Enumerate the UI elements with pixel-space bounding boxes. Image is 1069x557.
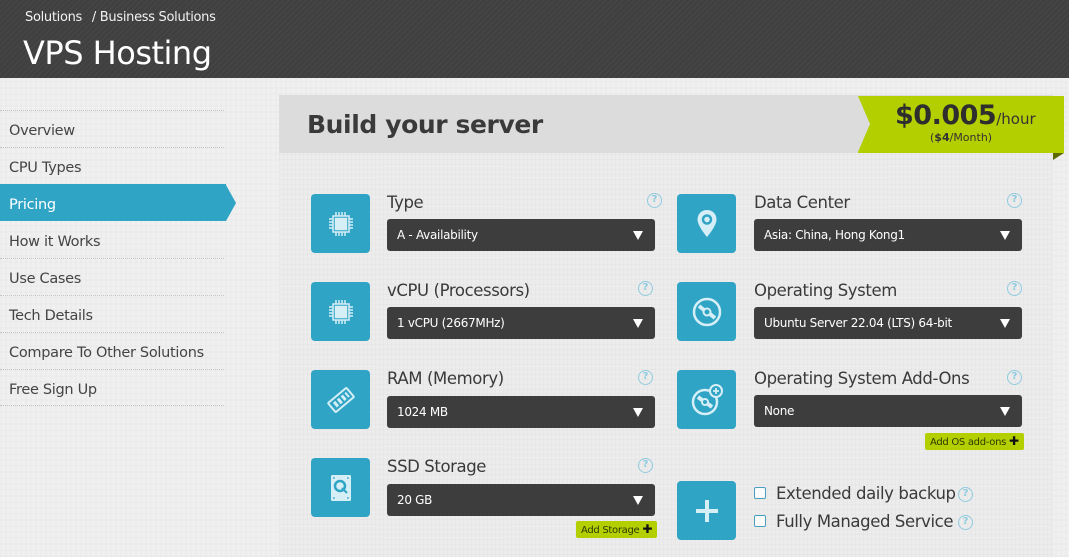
vcpu-label: vCPU (Processors)	[387, 281, 530, 300]
hard-drive-icon	[311, 458, 370, 517]
price-amount: $0.005	[895, 100, 997, 131]
extended-backup-option: Extended daily backup	[754, 484, 956, 503]
os-addons-select[interactable]: None	[754, 395, 1022, 427]
breadcrumb-business-solutions[interactable]: / Business Solutions	[92, 10, 216, 25]
extended-backup-checkbox[interactable]	[754, 486, 766, 499]
os-addons-label: Operating System Add-Ons	[754, 369, 970, 388]
chevron-down-icon	[633, 496, 643, 505]
datacenter-select-value: Asia: China, Hong Kong1	[764, 228, 905, 242]
add-storage-button[interactable]: Add Storage ✚	[576, 521, 658, 538]
os-select-value: Ubuntu Server 22.04 (LTS) 64-bit	[764, 316, 952, 330]
chevron-down-icon	[633, 408, 643, 417]
builder-title: Build your server	[307, 110, 543, 139]
sidebar-nav: Overview CPU Types Pricing How it Works …	[0, 110, 236, 406]
monthly-amount: $4	[934, 131, 950, 144]
type-label: Type	[387, 193, 424, 212]
ribbon-fold	[1053, 153, 1064, 160]
breadcrumb-solutions[interactable]: Solutions	[25, 10, 82, 25]
plus-icon: ✚	[642, 522, 653, 536]
vcpu-help-icon[interactable]: ?	[638, 281, 653, 296]
memory-stick-icon	[311, 370, 370, 429]
managed-service-help-icon[interactable]: ?	[958, 515, 973, 530]
managed-service-label[interactable]: Fully Managed Service	[776, 512, 953, 531]
extended-backup-help-icon[interactable]: ?	[958, 487, 973, 502]
sidebar-item-free-sign-up[interactable]: Free Sign Up	[0, 369, 224, 406]
managed-service-option: Fully Managed Service	[754, 512, 953, 531]
add-storage-label: Add Storage	[581, 525, 640, 536]
chevron-down-icon	[633, 231, 643, 240]
type-select[interactable]: A - Availability	[387, 219, 655, 251]
sidebar-item-tech-details[interactable]: Tech Details	[0, 295, 224, 332]
sidebar-item-pricing[interactable]: Pricing	[0, 184, 236, 221]
datacenter-select[interactable]: Asia: China, Hong Kong1	[754, 219, 1022, 251]
cpu-chip-icon	[311, 282, 370, 341]
ssd-label: SSD Storage	[387, 457, 487, 476]
sidebar-item-use-cases[interactable]: Use Cases	[0, 258, 224, 295]
monthly-suffix: /Month)	[949, 131, 993, 144]
page-header: Solutions / Business Solutions VPS Hosti…	[0, 0, 1069, 78]
os-label: Operating System	[754, 281, 897, 300]
sidebar-item-cpu-types[interactable]: CPU Types	[0, 147, 224, 184]
chevron-down-icon	[633, 319, 643, 328]
os-addons-select-value: None	[764, 404, 795, 418]
chevron-down-icon	[1000, 231, 1010, 240]
datacenter-label: Data Center	[754, 193, 850, 212]
plus-icon	[677, 481, 736, 540]
sidebar-item-how-it-works[interactable]: How it Works	[0, 221, 224, 258]
sidebar-item-compare[interactable]: Compare To Other Solutions	[0, 332, 224, 369]
ssd-select-value: 20 GB	[397, 493, 433, 507]
chevron-down-icon	[1000, 319, 1010, 328]
sidebar-item-overview[interactable]: Overview	[0, 110, 224, 147]
ssd-select[interactable]: 20 GB	[387, 484, 655, 516]
os-addons-help-icon[interactable]: ?	[1007, 370, 1022, 385]
ssd-help-icon[interactable]: ?	[638, 458, 653, 473]
type-help-icon[interactable]: ?	[647, 193, 662, 208]
monthly-price: ($4/Month)	[930, 131, 992, 144]
vcpu-select-value: 1 vCPU (2667MHz)	[397, 316, 505, 330]
disc-icon	[677, 282, 736, 341]
add-os-addons-label: Add OS add-ons	[930, 437, 1007, 448]
os-select[interactable]: Ubuntu Server 22.04 (LTS) 64-bit	[754, 307, 1022, 339]
add-os-addons-button[interactable]: Add OS add-ons ✚	[925, 433, 1024, 450]
page-title: VPS Hosting	[23, 34, 212, 72]
chevron-down-icon	[1000, 407, 1010, 416]
extended-backup-label[interactable]: Extended daily backup	[776, 484, 956, 503]
ram-select-value: 1024 MB	[397, 405, 448, 419]
os-help-icon[interactable]: ?	[1007, 281, 1022, 296]
plus-icon: ✚	[1009, 434, 1019, 448]
price-unit: /hour	[996, 110, 1036, 128]
ram-help-icon[interactable]: ?	[638, 370, 653, 385]
disc-plus-icon	[677, 370, 736, 429]
ribbon-notch	[858, 96, 870, 152]
vcpu-select[interactable]: 1 vCPU (2667MHz)	[387, 307, 655, 339]
ram-select[interactable]: 1024 MB	[387, 396, 655, 428]
datacenter-help-icon[interactable]: ?	[1007, 193, 1022, 208]
ram-label: RAM (Memory)	[387, 369, 504, 388]
cpu-chip-icon	[311, 194, 370, 253]
hourly-price: $0.005/hour	[895, 100, 1036, 131]
type-select-value: A - Availability	[397, 228, 478, 242]
location-pin-icon	[677, 194, 736, 253]
managed-service-checkbox[interactable]	[754, 514, 766, 527]
breadcrumb: Solutions / Business Solutions	[25, 10, 216, 25]
